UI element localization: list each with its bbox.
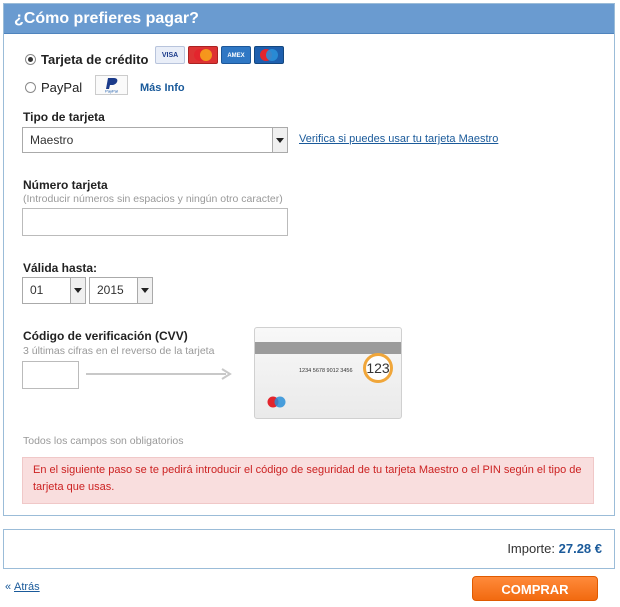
maestro-warning: En el siguiente paso se te pedirá introd… — [22, 457, 594, 504]
more-info-link[interactable]: Más Info — [140, 82, 185, 94]
paypal-radio[interactable] — [25, 82, 36, 93]
paypal-icon: PayPal — [105, 78, 118, 94]
credit-card-label[interactable]: Tarjeta de crédito — [41, 52, 148, 67]
amex-logo: AMEX — [221, 46, 251, 64]
total-box: Importe: 27.28 € — [3, 529, 615, 569]
cvv-label: Código de verificación (CVV) — [23, 329, 188, 343]
card-number-label: Número tarjeta — [23, 178, 108, 192]
card-type-select[interactable]: Maestro — [22, 127, 288, 153]
arrow-right-icon — [86, 368, 232, 380]
card-number-sample: 1234 5678 9012 3456 — [299, 368, 353, 374]
cvv-hint: 3 últimas cifras en el reverso de la tar… — [23, 345, 215, 357]
card-number-hint: (Introducir números sin espacios y ningú… — [23, 193, 283, 205]
back-prefix: « — [5, 581, 12, 593]
cvv-input[interactable] — [22, 361, 79, 389]
maestro-card-logo — [267, 396, 286, 408]
chevron-down-icon[interactable] — [137, 278, 152, 303]
total-line: Importe: 27.28 € — [507, 541, 602, 556]
expiry-label: Válida hasta: — [23, 261, 98, 275]
mastercard-logo — [188, 46, 218, 64]
card-back-illustration: 1234 5678 9012 3456 123 — [254, 327, 402, 419]
panel-title: ¿Cómo prefieres pagar? — [4, 4, 614, 34]
card-type-label: Tipo de tarjeta — [23, 110, 105, 124]
credit-card-radio[interactable] — [25, 54, 36, 65]
svg-text:PayPal: PayPal — [105, 89, 118, 94]
visa-logo: VISA — [155, 46, 185, 64]
expiry-month-select[interactable]: 01 — [22, 277, 86, 304]
expiry-year-value: 2015 — [97, 283, 124, 297]
paypal-logo: PayPal — [95, 75, 128, 95]
chevron-down-icon[interactable] — [272, 128, 287, 152]
card-type-value: Maestro — [30, 133, 74, 147]
cvv-code-sample: 123 — [363, 353, 393, 383]
back-link[interactable]: Atrás — [14, 581, 40, 593]
expiry-year-select[interactable]: 2015 — [89, 277, 153, 304]
maestro-logo — [254, 46, 284, 64]
verify-maestro-link[interactable]: Verifica si puedes usar tu tarjeta Maest… — [299, 133, 498, 145]
buy-button[interactable]: COMPRAR — [472, 576, 598, 601]
amount-value: 27.28 € — [558, 541, 602, 556]
paypal-label[interactable]: PayPal — [41, 80, 82, 95]
amount-label: Importe: — [507, 541, 555, 556]
required-note: Todos los campos son obligatorios — [23, 435, 184, 447]
chevron-down-icon[interactable] — [70, 278, 85, 303]
card-number-input[interactable] — [22, 208, 288, 236]
expiry-month-value: 01 — [30, 283, 44, 297]
